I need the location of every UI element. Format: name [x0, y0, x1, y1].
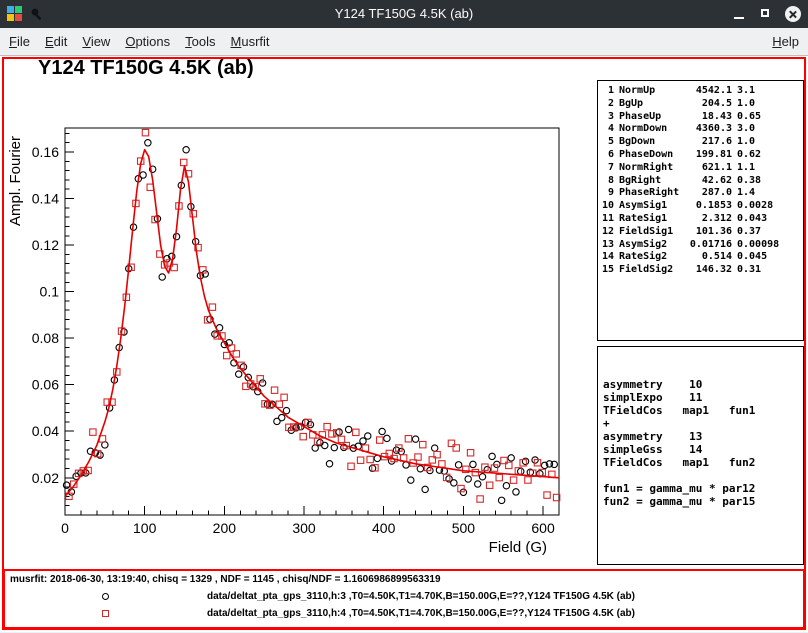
param-row: 11RateSig12.3120.043	[601, 213, 800, 226]
close-button[interactable]	[784, 5, 802, 23]
param-row: 6PhaseDown199.810.62	[601, 149, 800, 162]
legend-item: data/deltat_pta_gps_3110,h:4 ,T0=4.50K,T…	[5, 608, 803, 622]
theory-line: simplExpo 11	[603, 391, 798, 404]
root-canvas[interactable]: Y124 TF150G 4.5K (ab) 010020030040050060…	[0, 56, 808, 632]
menubar-items: File Edit View Options Tools Musrfit	[9, 34, 270, 49]
svg-text:600: 600	[531, 520, 555, 536]
legend-label: data/deltat_pta_gps_3110,h:4 ,T0=4.50K,T…	[207, 608, 635, 619]
param-row: 4NormDown4360.33.0	[601, 123, 800, 136]
theory-line: fun1 = gamma_mu * par12	[603, 482, 798, 495]
y-axis-ticks	[65, 133, 74, 515]
fourier-plot[interactable]: 0 100 200 300 400 500 600 0.02 0.04 0.06 0.08 0.1 0.…	[0, 56, 600, 581]
param-row: 3PhaseUp18.430.65	[601, 111, 800, 124]
menubar: File Edit View Options Tools Musrfit Help	[0, 28, 808, 56]
legend-marker-square-icon	[102, 610, 109, 617]
theory-line: +	[603, 417, 798, 430]
menu-item-musrfit[interactable]: Musrfit	[231, 34, 270, 49]
param-row: 5BgDown217.61.0	[601, 136, 800, 149]
theory-line: simpleGss 14	[603, 443, 798, 456]
theory-line: asymmetry 13	[603, 430, 798, 443]
theory-line: fun2 = gamma_mu * par15	[603, 495, 798, 508]
menu-item-tools[interactable]: Tools	[185, 34, 215, 49]
legend-label: data/deltat_pta_gps_3110,h:3 ,T0=4.50K,T…	[207, 591, 635, 602]
svg-text:0.1: 0.1	[40, 284, 60, 300]
parameter-rows: 1NormUp4542.13.12BgUp204.51.03PhaseUp18.…	[601, 85, 800, 277]
svg-text:0.02: 0.02	[32, 470, 59, 486]
theory-line: asymmetry 10	[603, 378, 798, 391]
plot-frame	[65, 128, 559, 515]
svg-text:0.04: 0.04	[32, 423, 59, 439]
svg-text:100: 100	[133, 520, 157, 536]
menu-item-help[interactable]: Help	[772, 34, 799, 49]
menu-item-edit[interactable]: Edit	[45, 34, 67, 49]
svg-text:400: 400	[372, 520, 396, 536]
close-icon	[785, 6, 801, 22]
param-row: 7NormRight621.11.1	[601, 162, 800, 175]
svg-text:0.06: 0.06	[32, 377, 59, 393]
svg-text:0.14: 0.14	[32, 191, 59, 207]
theory-lines: asymmetry 10simplExpo 11TFieldCos map1 f…	[603, 378, 798, 508]
svg-text:Field (G): Field (G)	[489, 539, 547, 556]
x-axis-ticks	[65, 506, 559, 515]
svg-text:0.08: 0.08	[32, 330, 59, 346]
app-icon	[7, 6, 22, 21]
svg-text:0: 0	[61, 520, 69, 536]
minimize-icon	[734, 17, 744, 19]
svg-text:300: 300	[292, 520, 316, 536]
svg-text:Ampl. Fourier: Ampl. Fourier	[7, 136, 24, 226]
minimize-button[interactable]	[730, 5, 748, 23]
svg-text:500: 500	[452, 520, 476, 536]
param-row: 1NormUp4542.13.1	[601, 85, 800, 98]
parameter-pad[interactable]: 1NormUp4542.13.12BgUp204.51.03PhaseUp18.…	[597, 80, 804, 341]
titlebar: Y124 TF150G 4.5K (ab)	[0, 0, 808, 28]
theory-line: TFieldCos map1 fun1	[603, 404, 798, 417]
svg-text:0.16: 0.16	[32, 144, 59, 160]
param-row: 15FieldSig2146.320.31	[601, 264, 800, 277]
param-row: 12FieldSig1101.360.37	[601, 226, 800, 239]
param-row: 8BgRight42.620.38	[601, 175, 800, 188]
legend-marker-circle-icon	[102, 593, 109, 600]
theory-line: TFieldCos map1 fun2	[603, 456, 798, 469]
theory-line	[603, 469, 798, 482]
param-row: 10AsymSig10.18530.0028	[601, 200, 800, 213]
menu-item-file[interactable]: File	[9, 34, 30, 49]
svg-text:0.12: 0.12	[32, 237, 59, 253]
theory-pad[interactable]: asymmetry 10simplExpo 11TFieldCos map1 f…	[597, 346, 804, 565]
series-circles	[63, 140, 557, 504]
pin-icon	[30, 7, 44, 21]
maximize-button[interactable]	[757, 5, 775, 23]
app-window: Y124 TF150G 4.5K (ab) File Edit View Option…	[0, 0, 808, 633]
svg-text:200: 200	[213, 520, 237, 536]
axis-labels: 0 100 200 300 400 500 600 0.02 0.04 0.06 0.08 0.1 0.…	[7, 136, 555, 556]
param-row: 2BgUp204.51.0	[601, 98, 800, 111]
fit-info-text: musrfit: 2018-06-30, 13:19:40, chisq = 1…	[10, 574, 441, 585]
param-row: 9PhaseRight287.01.4	[601, 187, 800, 200]
window-controls	[730, 4, 802, 24]
param-row: 14RateSig20.5140.045	[601, 251, 800, 264]
maximize-icon	[761, 9, 769, 17]
menu-item-options[interactable]: Options	[125, 34, 170, 49]
window-title: Y124 TF150G 4.5K (ab)	[0, 0, 808, 28]
legend-item: data/deltat_pta_gps_3110,h:3 ,T0=4.50K,T…	[5, 591, 803, 605]
menu-item-view[interactable]: View	[82, 34, 110, 49]
titlebar-icons	[7, 6, 44, 21]
info-pad[interactable]: musrfit: 2018-06-30, 13:19:40, chisq = 1…	[3, 569, 805, 629]
param-row: 13AsymSig20.017160.00098	[601, 239, 800, 252]
